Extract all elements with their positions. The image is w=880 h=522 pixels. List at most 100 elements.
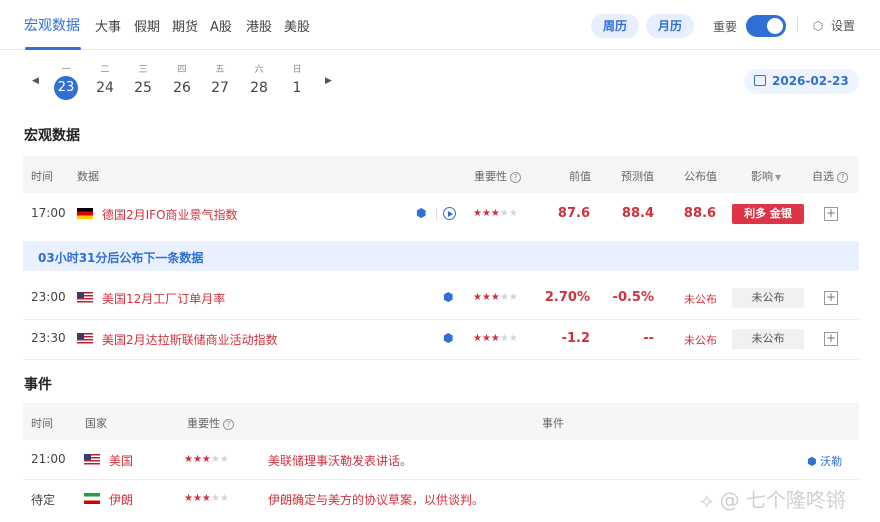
us-flag-icon <box>77 292 93 303</box>
cube-icon[interactable]: ⬢ <box>443 331 453 345</box>
cube-icon[interactable]: ⬢ <box>443 290 453 304</box>
col-importance: 重要性? <box>187 415 234 431</box>
watermark: ⟡ @ 七个隆咚锵 <box>700 488 846 512</box>
day-item-23[interactable]: 一 23 <box>50 62 82 100</box>
table-row: 23:00 美国12月工厂订单月率 ⬢ ★★★★★ 2.70% -0.5% 未公… <box>23 278 859 320</box>
week-calendar-button[interactable]: 周历 <box>591 14 640 38</box>
row-time: 23:30 <box>31 331 66 345</box>
next-release-text: 03小时31分后公布下一条数据 <box>38 251 204 265</box>
tab-futures[interactable]: 期货 <box>172 16 198 35</box>
impact-badge: 利多 金银 <box>732 204 804 224</box>
events-table-header: 时间 国家 重要性? 事件 <box>23 403 859 440</box>
tab-holidays[interactable]: 假期 <box>134 16 160 35</box>
table-row: 23:30 美国2月达拉斯联储商业活动指数 ⬢ ★★★★★ -1.2 -- 未公… <box>23 320 859 360</box>
play-icon[interactable] <box>443 207 456 220</box>
day-number: 23 <box>54 76 78 100</box>
settings-button[interactable]: ⬡ 设置 <box>811 17 855 34</box>
row-data-name[interactable]: 美国2月达拉斯联储商业活动指数 <box>102 331 278 348</box>
cube-icon[interactable]: ⬢ <box>416 206 426 220</box>
col-time: 时间 <box>31 170 53 183</box>
tab-a-shares[interactable]: A股 <box>210 16 232 35</box>
add-watch-button[interactable]: + <box>824 332 838 346</box>
day-number: 1 <box>292 80 302 96</box>
day-item-28[interactable]: 六 28 <box>243 62 275 100</box>
col-data: 数据 <box>77 170 99 183</box>
help-icon[interactable]: ? <box>510 172 521 183</box>
weekday-label: 三 <box>138 65 148 75</box>
us-flag-icon <box>84 454 100 465</box>
weekday-label: 一 <box>61 65 71 75</box>
table-row: 17:00 德国2月IFO商业景气指数 ⬢ ★★★★★ 87.6 88.4 88… <box>23 193 859 241</box>
previous-value: 87.6 <box>557 206 590 221</box>
importance-stars: ★★★★★ <box>473 333 518 344</box>
importance-stars: ★★★★★ <box>473 292 518 303</box>
iran-flag-icon <box>84 493 100 504</box>
help-icon[interactable]: ? <box>837 172 848 183</box>
day-item-27[interactable]: 五 27 <box>204 62 236 100</box>
importance-stars: ★★★★★ <box>184 454 229 465</box>
row-data-name[interactable]: 德国2月IFO商业景气指数 <box>102 206 238 223</box>
col-event: 事件 <box>542 417 564 430</box>
table-row: 21:00 美国 ★★★★★ 美联储理事沃勒发表讲话。 ⬢ 沃勒 <box>23 440 859 480</box>
row-country: 美国 <box>109 454 134 468</box>
important-filter-label: 重要 <box>713 20 738 34</box>
month-calendar-button[interactable]: 月历 <box>646 14 695 38</box>
importance-stars: ★★★★★ <box>473 208 518 219</box>
help-icon[interactable]: ? <box>223 419 234 430</box>
selected-date: 2026-02-23 <box>772 74 849 88</box>
date-picker[interactable]: 2026-02-23 <box>744 69 859 94</box>
weekday-label: 二 <box>100 65 110 75</box>
actual-value: 未公布 <box>684 293 717 306</box>
weekday-label: 六 <box>254 65 264 75</box>
related-link-label: 沃勒 <box>820 455 843 468</box>
impact-badge: 未公布 <box>732 288 804 308</box>
day-number: 24 <box>96 80 114 96</box>
col-impact-label: 影响 <box>751 170 773 183</box>
impact-badge: 未公布 <box>732 329 804 349</box>
col-importance: 重要性? <box>474 168 521 184</box>
row-time: 待定 <box>31 493 56 507</box>
toggle-knob <box>767 18 783 34</box>
tab-major-events[interactable]: 大事 <box>95 16 121 35</box>
add-watch-button[interactable]: + <box>824 291 838 305</box>
related-link[interactable]: ⬢ 沃勒 <box>807 453 842 469</box>
macro-table-header: 时间 数据 重要性? 前值 预测值 公布值 影响 ▼ 自选? <box>23 156 859 193</box>
row-data-name[interactable]: 美国12月工厂订单月率 <box>102 290 225 307</box>
col-impact[interactable]: 影响 ▼ <box>751 168 781 184</box>
add-watch-button[interactable]: + <box>824 207 838 221</box>
nav-divider <box>797 17 798 33</box>
col-watch-label: 自选 <box>812 170 834 183</box>
previous-value: -1.2 <box>561 331 590 346</box>
importance-stars: ★★★★★ <box>184 493 229 504</box>
row-time: 17:00 <box>31 206 66 220</box>
day-number: 25 <box>134 80 152 96</box>
tab-macro-data[interactable]: 宏观数据 <box>24 15 80 35</box>
germany-flag-icon <box>77 208 93 219</box>
day-item-1[interactable]: 日 1 <box>281 62 313 100</box>
event-text: 伊朗确定与美方的协议草案，以供谈判。 <box>268 493 485 507</box>
row-time: 23:00 <box>31 290 66 304</box>
tab-hk-stocks[interactable]: 港股 <box>246 16 272 35</box>
day-item-25[interactable]: 三 25 <box>127 62 159 100</box>
macro-section-title: 宏观数据 <box>24 128 80 144</box>
prev-week-icon[interactable]: ◀ <box>32 76 39 86</box>
weekday-label: 日 <box>292 65 302 75</box>
important-toggle[interactable] <box>746 15 786 37</box>
col-actual: 公布值 <box>684 170 717 183</box>
next-week-icon[interactable]: ▶ <box>325 76 332 86</box>
col-time: 时间 <box>31 417 53 430</box>
weekday-label: 五 <box>215 65 225 75</box>
day-item-26[interactable]: 四 26 <box>166 62 198 100</box>
tab-us-stocks[interactable]: 美股 <box>284 16 310 35</box>
cube-icon: ⬢ <box>807 455 817 468</box>
settings-label: 设置 <box>831 19 856 33</box>
event-text: 美联储理事沃勒发表讲话。 <box>268 454 413 468</box>
row-country: 伊朗 <box>109 493 134 507</box>
forecast-value: -0.5% <box>612 290 654 305</box>
sort-down-icon: ▼ <box>775 173 782 182</box>
day-item-24[interactable]: 二 24 <box>89 62 121 100</box>
next-release-notice: 03小时31分后公布下一条数据 <box>23 241 859 271</box>
us-flag-icon <box>77 333 93 344</box>
events-section-title: 事件 <box>24 377 52 393</box>
top-nav: 宏观数据 大事 假期 期货 A股 港股 美股 周历 月历 重要 ⬡ 设置 <box>0 0 880 50</box>
